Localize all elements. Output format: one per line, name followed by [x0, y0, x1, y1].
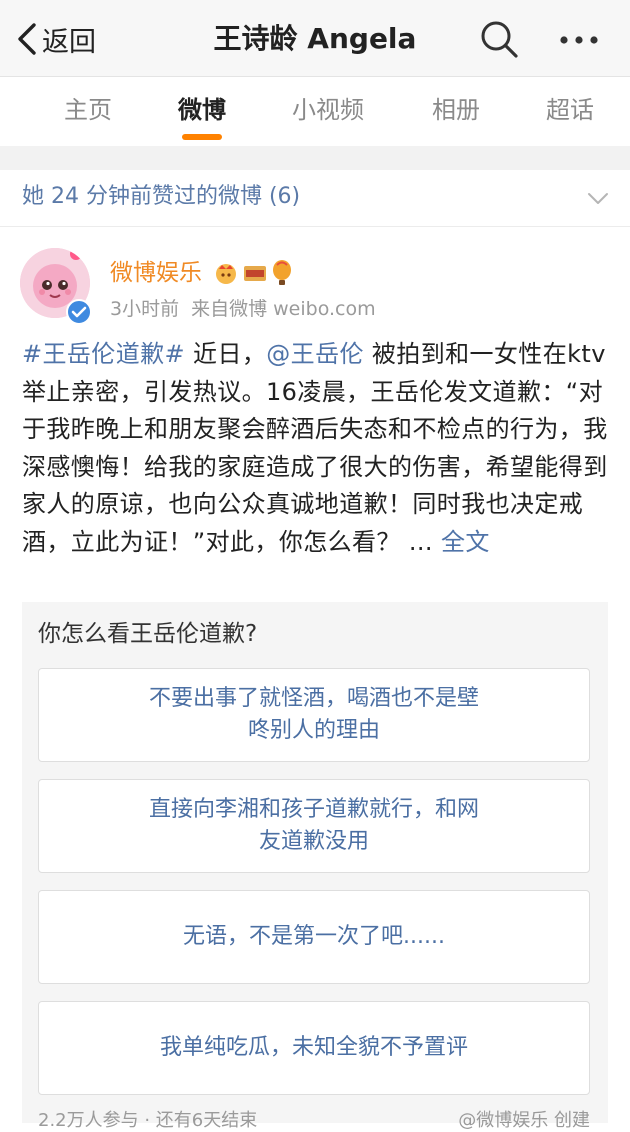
more-icon[interactable] [556, 24, 602, 56]
top-nav-bar: 返回 王诗龄 Angela [0, 0, 630, 77]
poll-creator[interactable]: @微博娱乐 创建 [458, 1110, 590, 1132]
author-badges [213, 258, 293, 288]
poll-card: 你怎么看王岳伦道歉? 不要出事了就怪酒，喝酒也不是壁 咚别人的理由 直接向李湘和… [22, 602, 608, 1131]
poll-option[interactable]: 无语，不是第一次了吧...... [38, 890, 590, 984]
balloon-badge-icon [273, 260, 291, 285]
poll-footer: 2.2万人参与 · 还有6天结束 @微博娱乐 创建 [38, 1110, 590, 1132]
crown-badge-icon [216, 264, 236, 284]
poll-option-line: 不要出事了就怪酒，喝酒也不是壁 [148, 686, 479, 711]
liked-posts-text: 她 24 分钟前赞过的微博 (6) [22, 184, 301, 209]
post-time: 3小时前 [110, 298, 180, 320]
verified-badge-icon [66, 299, 92, 325]
tab-super-topic[interactable]: 超话 [546, 93, 594, 127]
poll-option-line: 无语，不是第一次了吧...... [183, 924, 445, 949]
poll-participants: 2.2万人参与 · 还有6天结束 [38, 1110, 258, 1131]
section-divider [0, 146, 630, 170]
post-author-name[interactable]: 微博娱乐 [110, 258, 202, 288]
poll-option[interactable]: 我单纯吃瓜，未知全貌不予置评 [38, 1001, 590, 1095]
chevron-down-icon [588, 193, 608, 204]
post-meta: 3小时前 来自微博 weibo.com [110, 296, 376, 322]
hashtag-link[interactable]: #王岳伦道歉# [22, 340, 185, 368]
profile-tabs: 主页 微博 小视频 相册 超话 [0, 77, 630, 145]
post-source: 来自微博 weibo.com [191, 298, 376, 320]
poll-option[interactable]: 直接向李湘和孩子道歉就行，和网 友道歉没用 [38, 779, 590, 873]
tab-home[interactable]: 主页 [64, 93, 112, 127]
post-text-part: 近日， [185, 340, 267, 368]
tab-album[interactable]: 相册 [432, 93, 480, 127]
poll-question: 你怎么看王岳伦道歉? [38, 621, 258, 647]
mention-link[interactable]: @王岳伦 [266, 340, 364, 368]
poll-option-line: 友道歉没用 [258, 829, 369, 854]
search-icon[interactable] [478, 18, 520, 60]
tab-short-video[interactable]: 小视频 [292, 93, 364, 127]
post-body: #王岳伦道歉# 近日，@王岳伦 被拍到和一女性在ktv举止亲密，引发热议。16凌… [22, 336, 612, 561]
post-text-part: 被拍到和一女性在ktv举止亲密，引发热议。16凌晨，王岳伦发文道歉：“对于我昨晚… [22, 340, 608, 556]
poll-option[interactable]: 不要出事了就怪酒，喝酒也不是壁 咚别人的理由 [38, 668, 590, 762]
poll-option-line: 咚别人的理由 [247, 718, 380, 743]
full-text-link[interactable]: 全文 [441, 528, 490, 556]
tab-weibo[interactable]: 微博 [178, 93, 226, 127]
active-tab-indicator [182, 134, 222, 140]
page-title: 王诗龄 Angela [213, 22, 417, 55]
poll-option-line: 直接向李湘和孩子道歉就行，和网 [148, 797, 479, 822]
liked-posts-banner[interactable]: 她 24 分钟前赞过的微博 (6) [0, 170, 630, 227]
poll-option-line: 我单纯吃瓜，未知全貌不予置评 [159, 1035, 468, 1060]
movie-badge-icon [244, 266, 266, 281]
